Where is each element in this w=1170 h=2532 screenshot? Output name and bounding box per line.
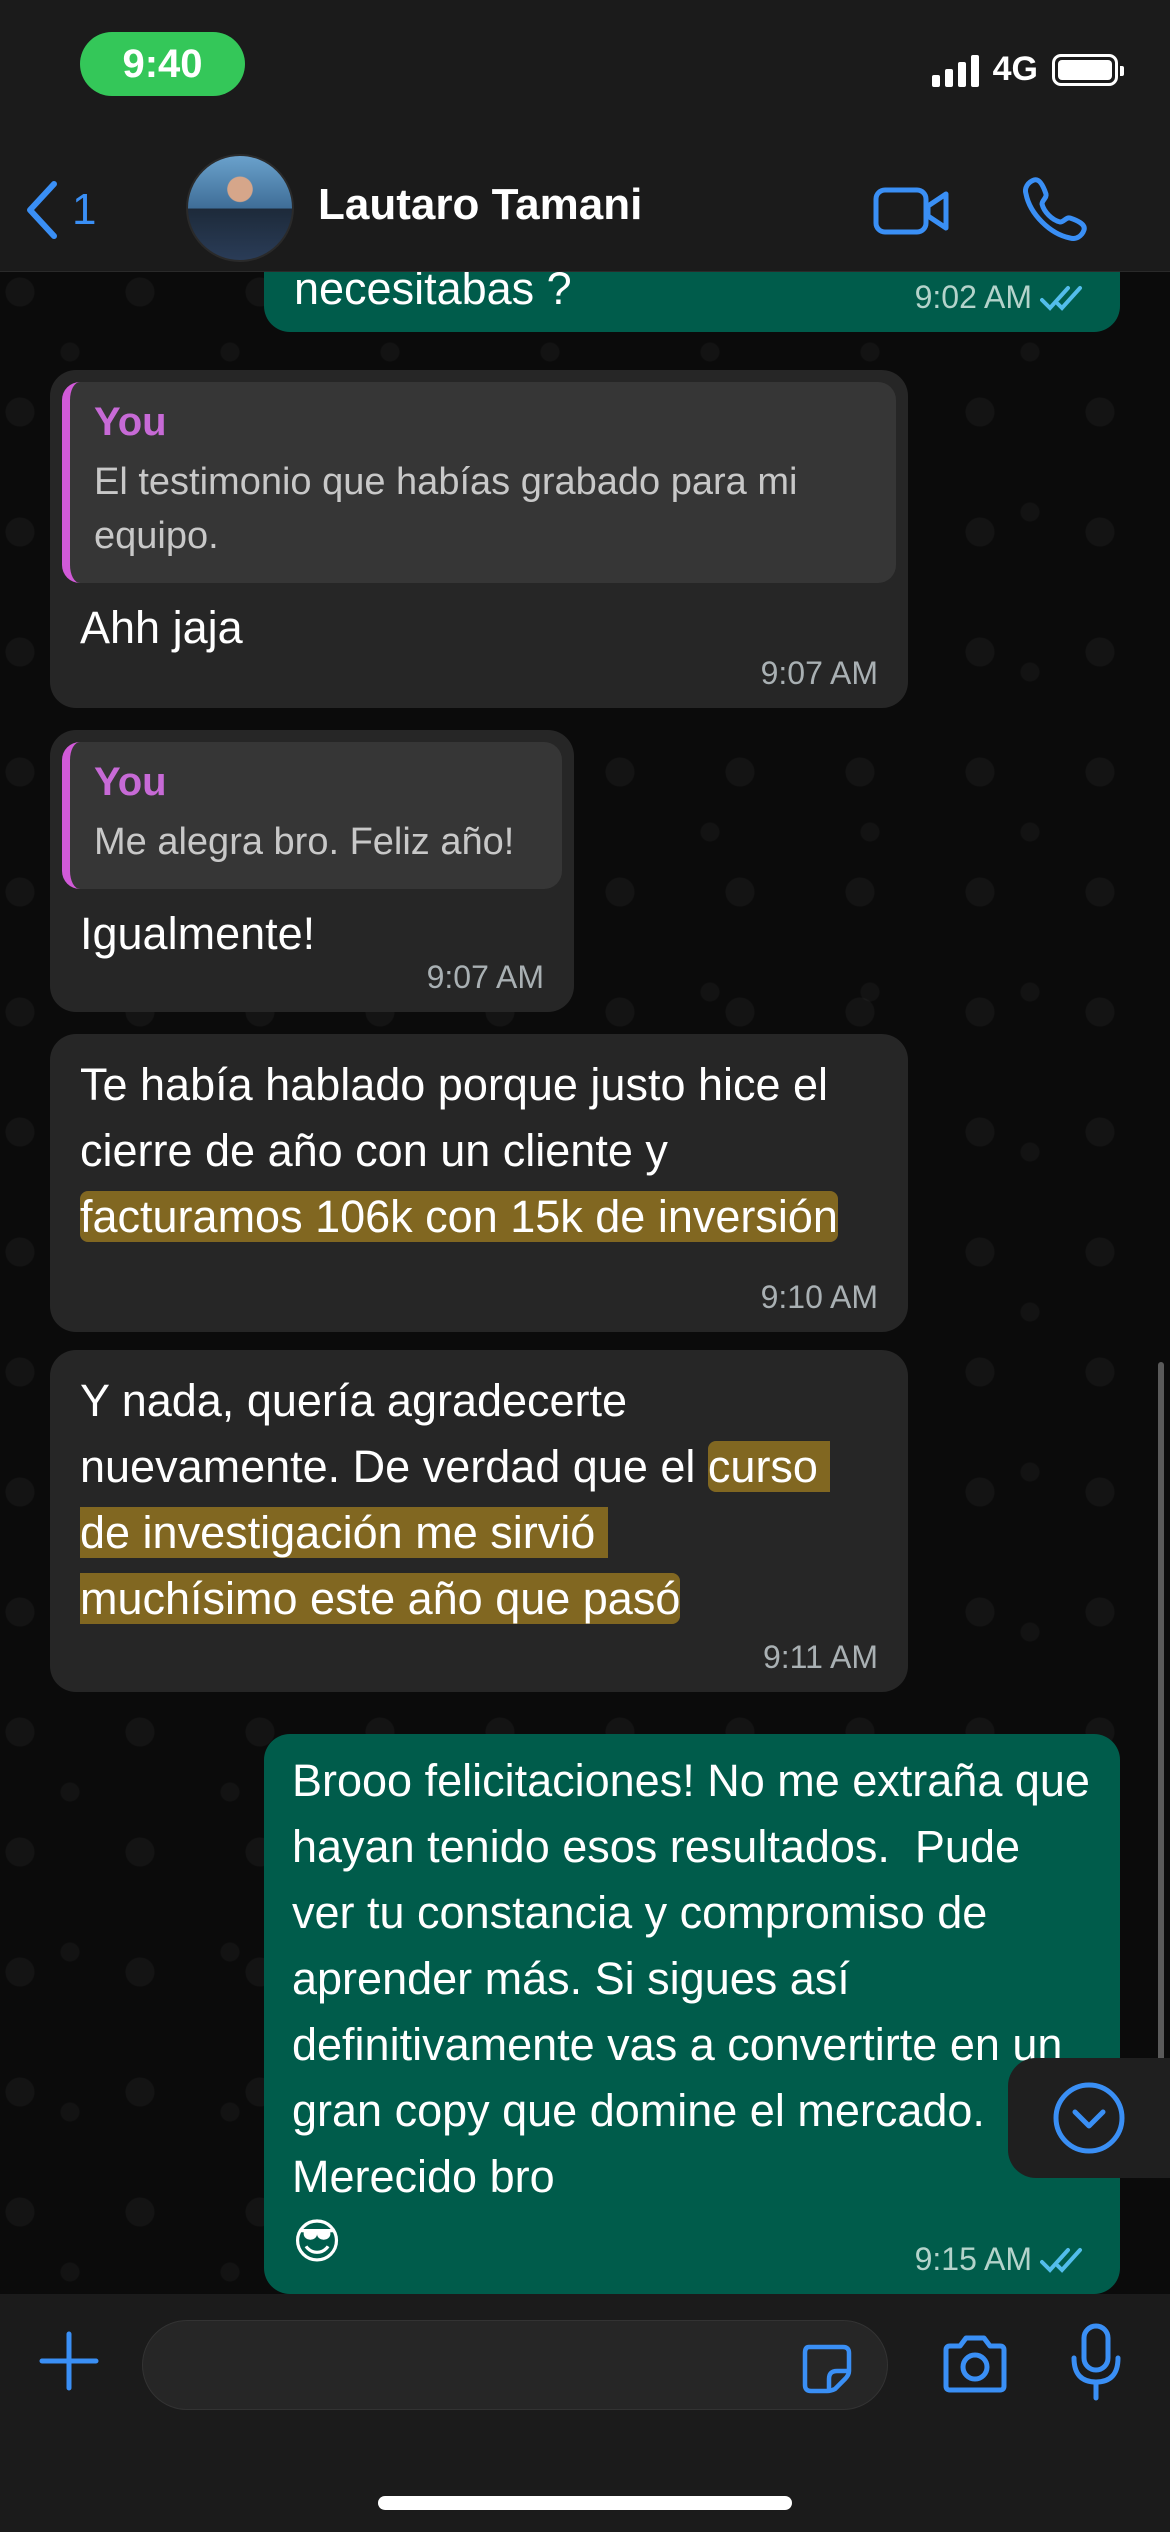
status-time: 9:40 [80, 32, 245, 96]
signal-icon [931, 53, 979, 87]
camera-icon [943, 2335, 1007, 2393]
scroll-to-bottom-button[interactable] [1008, 2058, 1170, 2178]
message-incoming[interactable]: You El testimonio que habías grabado par… [50, 370, 908, 708]
quoted-message[interactable]: You Me alegra bro. Feliz año! [62, 742, 562, 889]
quoted-message[interactable]: You El testimonio que habías grabado par… [62, 382, 896, 583]
message-time: 9:15 AM [914, 2241, 1032, 2277]
video-call-icon [873, 187, 949, 235]
attach-button[interactable] [38, 2330, 100, 2397]
message-meta: 9:11 AM [763, 1639, 878, 1676]
quote-text: Me alegra bro. Feliz año! [94, 821, 515, 863]
message-meta: 9:02 AM [915, 279, 1090, 316]
chat-header: 1 Lautaro Tamani [0, 150, 1170, 272]
quote-author: You [94, 760, 167, 804]
contact-name[interactable]: Lautaro Tamani [318, 180, 642, 230]
battery-icon [1052, 53, 1124, 86]
message-outgoing[interactable]: Brooo felicitaciones! No me extraña que … [264, 1734, 1120, 2294]
network-type: 4G [992, 50, 1038, 88]
quote-text: El testimonio que habías grabado para mi… [94, 461, 798, 557]
phone-icon [1023, 177, 1087, 241]
voice-call-button[interactable] [1020, 174, 1090, 249]
plus-icon [39, 2331, 99, 2391]
status-bar: 9:40 4G [0, 0, 1170, 150]
camera-button[interactable] [940, 2334, 1010, 2399]
chevron-down-circle-icon [1053, 2082, 1125, 2154]
message-text: Y nada, quería agradecerte nuevamente. D… [80, 1368, 878, 1632]
message-text: Brooo felicitaciones! No me extraña que … [292, 1755, 1103, 2202]
message-input[interactable] [143, 2321, 887, 2409]
home-indicator [378, 2496, 792, 2510]
message-meta: 9:10 AM [761, 1279, 878, 1316]
voice-record-button[interactable] [1070, 2322, 1122, 2407]
message-time: 9:02 AM [914, 279, 1032, 315]
message-meta: 9:07 AM [761, 655, 878, 692]
chevron-left-icon [27, 181, 57, 239]
video-call-button[interactable] [872, 180, 952, 245]
read-ticks-icon [1040, 285, 1082, 311]
message-text: Te había hablado porque justo hice el ci… [80, 1052, 878, 1250]
message-time: 9:07 AM [760, 655, 878, 691]
highlighted-text: facturamos 106k con 15k de inversión [80, 1191, 838, 1242]
read-ticks-icon [1040, 2247, 1082, 2273]
message-time: 9:11 AM [762, 1639, 878, 1675]
message-text-plain: Te había hablado porque justo hice el ci… [80, 1059, 841, 1176]
compose-bar [0, 2294, 1170, 2532]
contact-avatar[interactable] [186, 154, 294, 262]
message-incoming[interactable]: You Me alegra bro. Feliz año! Igualmente… [50, 730, 574, 1012]
message-incoming[interactable]: Y nada, quería agradecerte nuevamente. D… [50, 1350, 908, 1692]
sticker-icon [802, 2344, 852, 2394]
unread-count: 1 [72, 185, 97, 234]
scroll-indicator[interactable] [1158, 1362, 1164, 2102]
message-input-wrapper [142, 2320, 888, 2410]
message-incoming[interactable]: Te había hablado porque justo hice el ci… [50, 1034, 908, 1332]
message-time: 9:10 AM [760, 1279, 878, 1315]
message-outgoing[interactable]: necesitabas ? 9:02 AM [264, 272, 1120, 332]
quote-author: You [94, 400, 167, 444]
chat-area[interactable]: necesitabas ? 9:02 AM You El testimonio … [0, 272, 1170, 2294]
back-button[interactable]: 1 [22, 178, 96, 242]
message-text-plain: Y nada, quería agradecerte nuevamente. D… [80, 1375, 708, 1492]
microphone-icon [1071, 2323, 1121, 2401]
message-meta: 9:07 AM [427, 959, 544, 996]
sticker-button[interactable] [799, 2341, 855, 2402]
message-time: 9:07 AM [426, 959, 544, 995]
status-indicators: 4G [931, 50, 1124, 89]
message-meta: 9:15 AM [915, 2241, 1090, 2278]
